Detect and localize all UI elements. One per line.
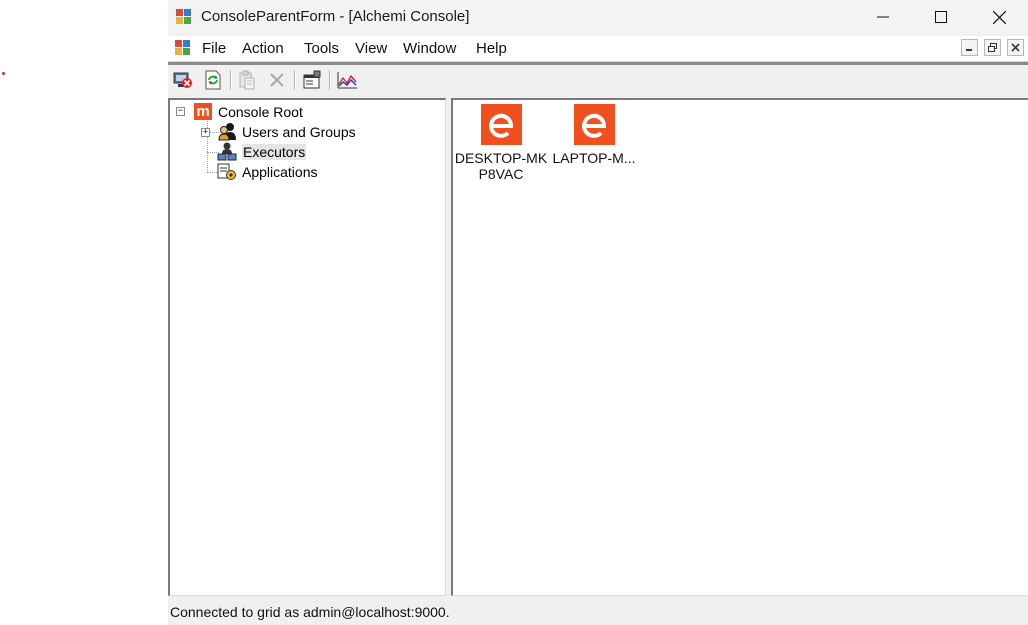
toolbar xyxy=(168,65,1028,96)
menu-tools[interactable]: Tools xyxy=(304,40,339,57)
tree-node-console-root[interactable]: m Console Root xyxy=(194,102,303,121)
maximize-button[interactable] xyxy=(912,0,970,34)
mdi-restore-button[interactable] xyxy=(984,39,1001,56)
users-icon xyxy=(217,122,237,141)
status-text: Connected to grid as admin@localhost:900… xyxy=(170,604,450,620)
executors-icon xyxy=(217,142,237,161)
status-bar: Connected to grid as admin@localhost:900… xyxy=(168,598,1028,625)
tree-node-label: Users and Groups xyxy=(242,123,356,140)
console-window: ConsoleParentForm - [Alchemi Console] Fi… xyxy=(168,0,1028,625)
expand-icon[interactable]: + xyxy=(201,128,210,137)
toolbar-separator xyxy=(294,70,296,90)
refresh-icon[interactable] xyxy=(202,69,224,91)
minimize-button[interactable] xyxy=(854,0,912,34)
executor-icon xyxy=(480,104,522,145)
executor-label: LAPTOP-M... xyxy=(552,150,636,166)
toolbar-separator xyxy=(230,70,232,90)
menu-action[interactable]: Action xyxy=(242,40,284,57)
disconnect-icon[interactable] xyxy=(172,69,194,91)
tree-connector xyxy=(207,117,208,172)
executor-icon xyxy=(573,104,615,145)
mdi-minimize-button[interactable] xyxy=(961,39,978,56)
menu-file[interactable]: File xyxy=(202,40,226,57)
tree-node-executors[interactable]: Executors xyxy=(217,142,307,161)
executor-item[interactable]: DESKTOP-MKP8VAC xyxy=(453,104,549,182)
tree-node-users-groups[interactable]: Users and Groups xyxy=(217,122,356,141)
menu-help[interactable]: Help xyxy=(476,40,507,57)
window-title: ConsoleParentForm - [Alchemi Console] xyxy=(201,8,470,25)
tree-node-applications[interactable]: Applications xyxy=(217,162,318,181)
tree-node-label: Console Root xyxy=(218,103,303,120)
stray-dot xyxy=(2,72,5,75)
tree-node-label: Applications xyxy=(242,163,318,180)
executor-label: DESKTOP-MKP8VAC xyxy=(454,150,548,182)
mdi-close-button[interactable] xyxy=(1007,39,1024,56)
menu-view[interactable]: View xyxy=(355,40,387,57)
toolbar-separator xyxy=(329,70,331,90)
close-button[interactable] xyxy=(970,0,1028,34)
menu-window[interactable]: Window xyxy=(403,40,456,57)
collapse-icon[interactable]: − xyxy=(176,107,185,116)
properties-icon[interactable] xyxy=(301,69,323,91)
chart-icon[interactable] xyxy=(336,69,358,91)
delete-icon[interactable] xyxy=(266,69,288,91)
alchemi-logo-icon: m xyxy=(194,103,212,120)
tree-node-label: Executors xyxy=(242,143,307,160)
tree-view[interactable]: − m Console Root + Users and Groups Exec… xyxy=(168,98,446,596)
mdi-child-icon[interactable] xyxy=(175,40,192,59)
paste-icon[interactable] xyxy=(236,69,258,91)
executor-list-view[interactable]: DESKTOP-MKP8VAC LAPTOP-M... xyxy=(451,98,1028,596)
applications-icon xyxy=(217,162,237,181)
menu-bar: File Action Tools View Window Help xyxy=(168,36,1028,62)
executor-item[interactable]: LAPTOP-M... xyxy=(546,104,642,166)
app-icon xyxy=(176,9,193,28)
title-bar[interactable]: ConsoleParentForm - [Alchemi Console] xyxy=(168,0,1028,34)
